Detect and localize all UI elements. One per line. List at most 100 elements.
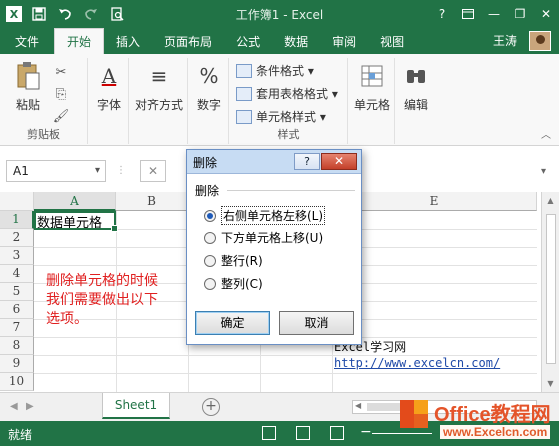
styles-group-label: 样式	[277, 128, 300, 141]
vertical-scrollbar[interactable]: ▲ ▼	[541, 192, 559, 392]
normal-view-icon[interactable]	[262, 426, 276, 440]
user-name[interactable]: 王涛	[493, 32, 517, 49]
radio-label[interactable]: 下方单元格上移(U)	[221, 229, 323, 246]
tab-data[interactable]: 数据	[272, 28, 320, 54]
radio-shift-up[interactable]: 下方单元格上移(U)	[204, 229, 323, 246]
scroll-up-icon[interactable]: ▲	[542, 192, 559, 209]
row-header[interactable]: 1	[0, 211, 34, 229]
name-box-value: A1	[13, 164, 29, 178]
restore-icon[interactable]: ❐	[507, 0, 533, 28]
watermark: Office教程网 www.Excelcn.com	[398, 398, 558, 446]
cell-d9-link[interactable]: http://www.excelcn.com/	[334, 356, 500, 370]
row-header[interactable]: 3	[0, 247, 34, 265]
radio-button[interactable]	[204, 254, 216, 267]
add-sheet-button[interactable]: +	[202, 398, 220, 416]
paste-button[interactable]: 粘贴	[8, 60, 48, 113]
align-icon: ≡	[150, 64, 168, 88]
row-header[interactable]: 7	[0, 319, 34, 337]
redo-icon[interactable]	[82, 5, 100, 23]
cells-button[interactable]: 单元格	[351, 60, 393, 113]
ribbon-options-icon[interactable]	[455, 0, 481, 28]
row-header[interactable]: 2	[0, 229, 34, 247]
column-header-e[interactable]: E	[332, 192, 537, 211]
tab-review[interactable]: 审阅	[320, 28, 368, 54]
scroll-down-icon[interactable]: ▼	[542, 375, 559, 392]
dialog-close-button[interactable]: ✕	[321, 153, 357, 170]
sheet-next-icon[interactable]: ▶	[26, 401, 34, 412]
tab-insert[interactable]: 插入	[104, 28, 152, 54]
tab-file[interactable]: 文件	[0, 28, 54, 54]
radio-entire-column[interactable]: 整列(C)	[204, 275, 263, 292]
clipboard-group-label: 剪贴板	[27, 128, 60, 141]
number-button[interactable]: % 数字	[193, 60, 225, 113]
row-header[interactable]: 5	[0, 283, 34, 301]
binoculars-icon	[401, 60, 431, 92]
font-button[interactable]: A 字体	[93, 60, 125, 113]
page-layout-view-icon[interactable]	[296, 426, 310, 440]
splitter-handle[interactable]: ⋮	[116, 165, 127, 176]
radio-shift-left[interactable]: 右侧单元格左移(L)	[204, 206, 326, 225]
editing-button[interactable]: 编辑	[400, 60, 432, 113]
row-header[interactable]: 4	[0, 265, 34, 283]
cell-styles-label: 单元格样式	[256, 110, 317, 124]
help-icon[interactable]: ?	[429, 0, 455, 28]
ribbon-tabs: 文件 开始 插入 页面布局 公式 数据 审阅 视图 王涛	[0, 28, 559, 54]
alignment-button[interactable]: ≡ 对齐方式	[132, 60, 186, 113]
close-icon[interactable]: ✕	[533, 0, 559, 28]
radio-label[interactable]: 右侧单元格左移(L)	[221, 206, 326, 225]
cell-styles-button[interactable]: 单元格样式 ▾	[236, 108, 326, 125]
cancel-entry-button[interactable]: ✕	[140, 160, 166, 182]
undo-icon[interactable]	[56, 5, 74, 23]
radio-button[interactable]	[204, 231, 216, 244]
tab-home[interactable]: 开始	[54, 28, 105, 54]
select-all-corner[interactable]	[0, 192, 34, 211]
print-preview-icon[interactable]	[108, 5, 126, 23]
row-header[interactable]: 6	[0, 301, 34, 319]
group-divider	[227, 190, 355, 191]
row-header[interactable]: 10	[0, 373, 34, 391]
avatar[interactable]	[529, 31, 551, 51]
scroll-left-icon[interactable]: ◀	[355, 401, 361, 410]
page-break-view-icon[interactable]	[330, 426, 344, 440]
cells-group: 单元格	[349, 58, 395, 144]
radio-label[interactable]: 整行(R)	[221, 252, 263, 269]
font-group: A 字体	[89, 58, 129, 144]
cut-icon[interactable]: ✂	[52, 64, 70, 80]
office-logo-icon	[398, 398, 430, 432]
minimize-icon[interactable]: —	[481, 0, 507, 28]
column-header-a[interactable]: A	[34, 192, 116, 211]
expand-formula-bar-icon[interactable]: ▾	[541, 160, 553, 182]
grid-line	[34, 373, 537, 374]
conditional-format-button[interactable]: 条件格式 ▾	[236, 62, 314, 79]
radio-button[interactable]	[204, 277, 216, 290]
active-cell-border	[34, 211, 118, 232]
cancel-button[interactable]: 取消	[279, 311, 354, 335]
tab-formulas[interactable]: 公式	[224, 28, 272, 54]
tab-view[interactable]: 视图	[368, 28, 416, 54]
save-icon[interactable]	[30, 5, 48, 23]
zoom-out-icon[interactable]: −	[360, 424, 372, 440]
row-header[interactable]: 8	[0, 337, 34, 355]
format-painter-icon[interactable]: 🖌	[52, 108, 70, 124]
format-as-table-button[interactable]: 套用表格格式 ▾	[236, 85, 338, 102]
sheet-prev-icon[interactable]: ◀	[10, 401, 18, 412]
watermark-url: www.Excelcn.com	[440, 425, 551, 439]
name-box[interactable]: A1 ▾	[6, 160, 106, 182]
copy-icon[interactable]: ⎘	[52, 86, 70, 102]
ok-button[interactable]: 确定	[195, 311, 270, 335]
collapse-ribbon-icon[interactable]: ︿	[541, 126, 551, 141]
annotation-text: 删除单元格的时候 我们需要做出以下 选项。	[46, 272, 158, 329]
tab-page-layout[interactable]: 页面布局	[152, 28, 224, 54]
radio-label[interactable]: 整列(C)	[221, 275, 263, 292]
scroll-thumb[interactable]	[546, 214, 556, 364]
radio-button-checked[interactable]	[204, 209, 216, 222]
chevron-down-icon[interactable]: ▾	[95, 165, 100, 176]
sheet-tab-sheet1[interactable]: Sheet1	[102, 393, 170, 419]
column-header-b[interactable]: B	[116, 192, 188, 211]
dialog-title-bar[interactable]: 删除 ? ✕	[187, 150, 361, 174]
row-header[interactable]: 9	[0, 355, 34, 373]
dialog-help-button[interactable]: ?	[294, 153, 320, 170]
radio-entire-row[interactable]: 整行(R)	[204, 252, 263, 269]
font-label: 字体	[96, 98, 121, 112]
conditional-format-icon	[236, 63, 252, 78]
